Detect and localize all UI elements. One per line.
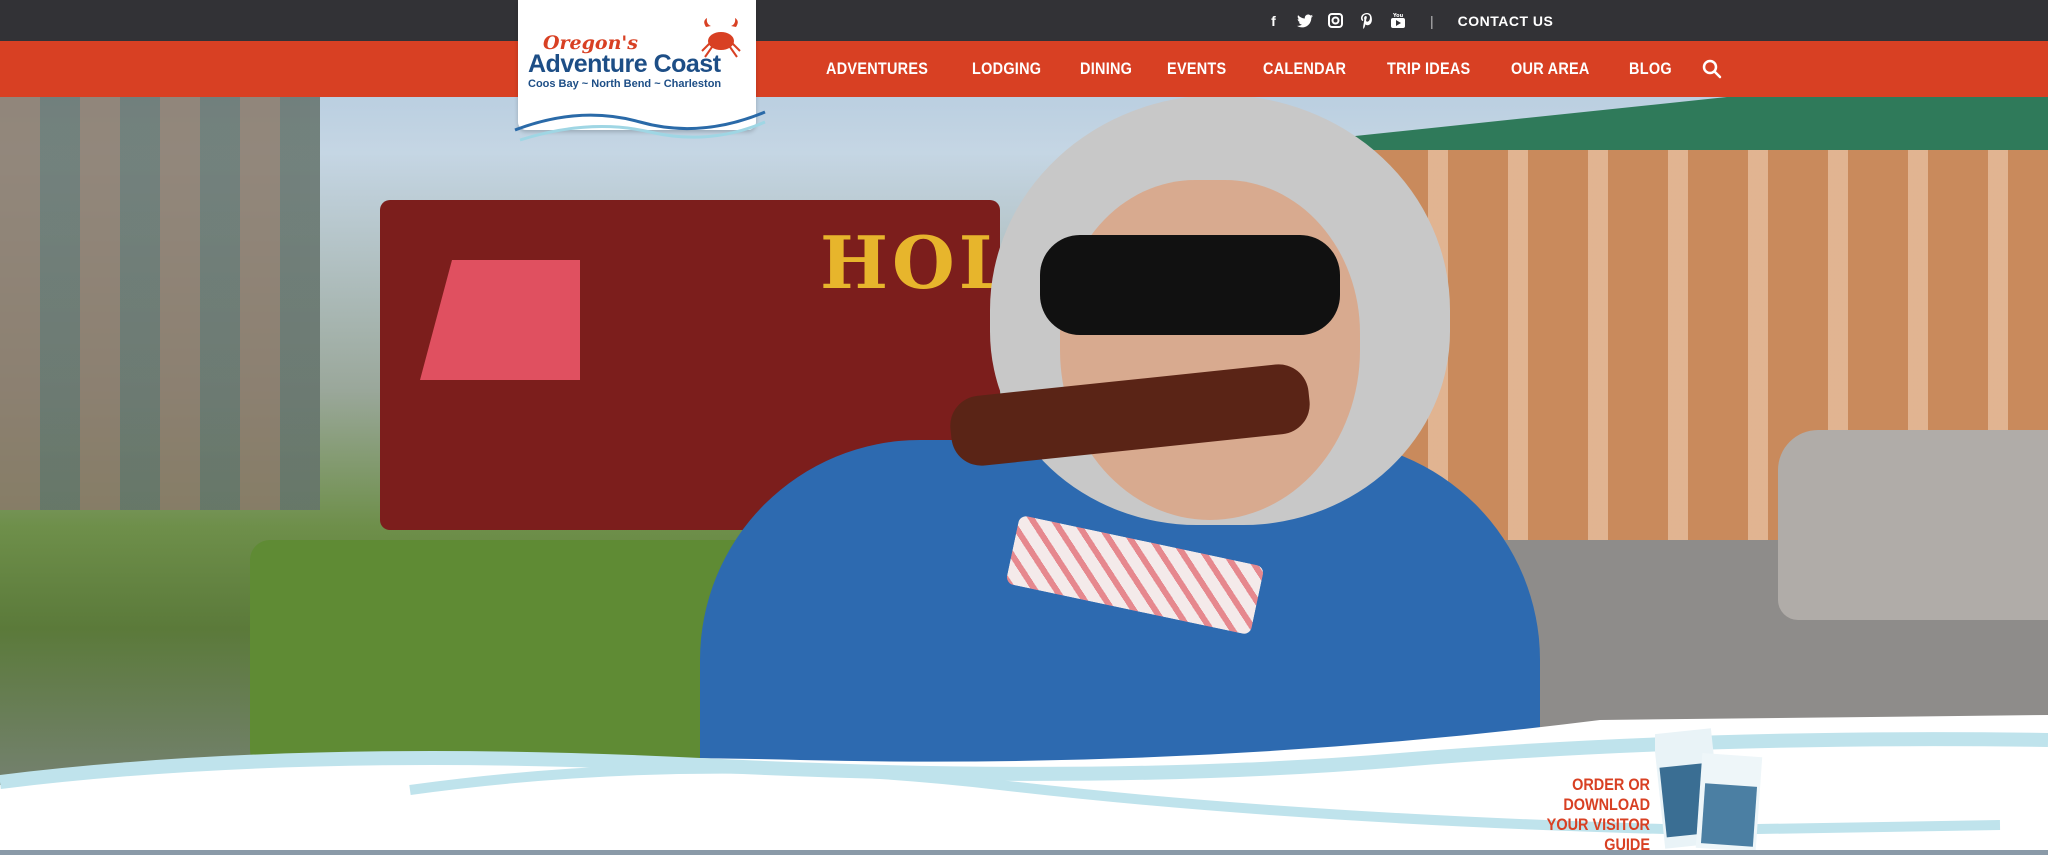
nav-item-our-area[interactable]: OUR AREA — [1500, 59, 1601, 79]
separator: | — [1430, 12, 1434, 29]
facebook-icon[interactable]: f — [1265, 12, 1282, 29]
nav-item-events[interactable]: EVENTS — [1156, 59, 1237, 79]
svg-text:You: You — [1392, 13, 1404, 19]
visitor-guide-thumbnail[interactable] — [1655, 725, 1765, 850]
person-face — [1060, 180, 1360, 520]
nav-item-lodging[interactable]: LODGING — [961, 59, 1052, 79]
nav-item-trip-ideas[interactable]: TRIP IDEAS — [1376, 59, 1481, 79]
logo-subtitle: Coos Bay ~ North Bend ~ Charleston — [528, 78, 722, 90]
cta-line-1: ORDER OR DOWNLOAD — [1563, 775, 1650, 814]
visitor-guide-cta[interactable]: ORDER OR DOWNLOAD YOUR VISITOR GUIDE — [1506, 775, 1650, 855]
parked-truck — [1778, 430, 2048, 620]
nav-item-dining[interactable]: DINING — [1069, 59, 1143, 79]
nav-items: ADVENTURES LODGING DINING EVENTS CALENDA… — [815, 41, 1722, 97]
nav-item-blog[interactable]: BLOG — [1618, 59, 1683, 79]
pinterest-icon[interactable] — [1358, 12, 1375, 29]
utility-links: f You | CONTACT US — [1265, 0, 1553, 41]
twitter-icon[interactable] — [1296, 12, 1313, 29]
contact-us-link[interactable]: CONTACT US — [1458, 13, 1554, 29]
truck-sign: HOL — [820, 220, 1014, 305]
crab-icon — [701, 18, 741, 58]
youtube-icon[interactable]: You — [1389, 12, 1406, 29]
search-icon[interactable] — [1702, 59, 1722, 79]
cta-line-2: YOUR VISITOR GUIDE — [1546, 815, 1650, 854]
nav-item-adventures[interactable]: ADVENTURES — [815, 59, 939, 79]
nav-item-calendar[interactable]: CALENDAR — [1252, 59, 1357, 79]
logo-wave — [514, 110, 766, 142]
instagram-icon[interactable] — [1327, 12, 1344, 29]
sunglasses — [1040, 235, 1340, 335]
main-nav: ADVENTURES LODGING DINING EVENTS CALENDA… — [0, 41, 2048, 97]
logo-title: Adventure Coast — [528, 50, 721, 78]
utility-bar: f You | CONTACT US — [0, 0, 2048, 41]
building-left — [0, 90, 320, 510]
